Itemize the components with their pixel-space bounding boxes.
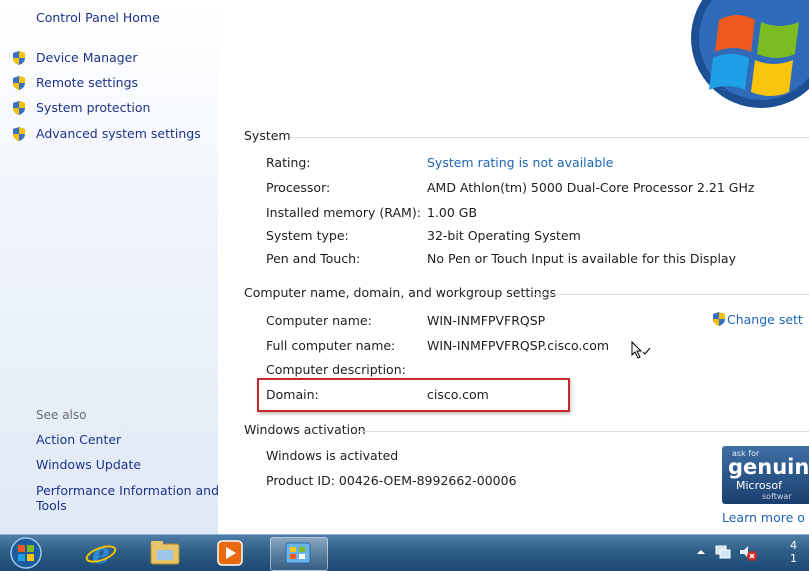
badge-microsoft-text: Microsof xyxy=(736,479,782,492)
clock-time: 4 xyxy=(790,539,797,552)
windows-explorer-folder-icon[interactable] xyxy=(148,538,182,568)
domain-highlight-box xyxy=(257,378,570,412)
uac-shield-icon xyxy=(13,101,25,115)
section-divider xyxy=(534,294,809,295)
start-button-icon[interactable] xyxy=(8,536,44,570)
computer-description-label: Computer description: xyxy=(266,362,406,377)
badge-genuine-text: genuin xyxy=(728,455,809,479)
computer-name-value: WIN-INMFPVFRQSP xyxy=(427,313,546,328)
system-protection-link[interactable]: System protection xyxy=(36,100,150,115)
computer-name-label: Computer name: xyxy=(266,313,372,328)
clock-date: 1 xyxy=(790,552,797,565)
action-center-link[interactable]: Action Center xyxy=(36,432,121,447)
uac-shield-icon xyxy=(13,76,25,90)
windows-logo-icon xyxy=(691,0,809,108)
advanced-system-settings-link[interactable]: Advanced system settings xyxy=(36,126,201,141)
network-icon[interactable] xyxy=(714,544,732,560)
uac-shield-icon xyxy=(713,312,725,326)
windows-update-link[interactable]: Windows Update xyxy=(36,457,141,472)
badge-software-text: softwar xyxy=(762,492,792,501)
system-rating-link[interactable]: System rating is not available xyxy=(427,155,613,170)
processor-value: AMD Athlon(tm) 5000 Dual-Core Processor … xyxy=(427,180,755,195)
performance-information-link-line2[interactable]: Tools xyxy=(36,498,67,513)
section-divider xyxy=(290,137,809,138)
control-panel-taskbar-button[interactable] xyxy=(270,537,328,571)
memory-label: Installed memory (RAM): xyxy=(266,205,421,220)
show-hidden-icons-chevron-icon[interactable] xyxy=(696,547,706,557)
system-section-heading: System xyxy=(244,128,291,143)
system-clock[interactable]: 4 1 xyxy=(790,539,797,565)
taskbar: e 4 1 xyxy=(0,534,809,571)
volume-muted-icon[interactable] xyxy=(738,544,758,562)
processor-label: Processor: xyxy=(266,180,331,195)
control-panel-home-link[interactable]: Control Panel Home xyxy=(36,10,160,25)
device-manager-link[interactable]: Device Manager xyxy=(36,50,138,65)
memory-value: 1.00 GB xyxy=(427,205,478,220)
full-computer-name-label: Full computer name: xyxy=(266,338,396,353)
system-type-label: System type: xyxy=(266,228,349,243)
uac-shield-icon xyxy=(13,127,25,141)
uac-shield-icon xyxy=(13,51,25,65)
windows-activation-section-heading: Windows activation xyxy=(244,422,366,437)
svg-text:e: e xyxy=(92,537,110,569)
product-id: Product ID: 00426-OEM-8992662-00006 xyxy=(266,473,517,488)
learn-more-link[interactable]: Learn more o xyxy=(722,510,805,525)
control-panel-icon xyxy=(285,542,311,564)
change-settings-link[interactable]: Change sett xyxy=(711,311,803,327)
system-properties-pane: System Rating: System rating is not avai… xyxy=(218,0,809,534)
genuine-microsoft-software-badge[interactable]: ask for genuin Microsof softwar xyxy=(722,446,809,504)
change-settings-label: Change sett xyxy=(727,312,803,327)
rating-label: Rating: xyxy=(266,155,311,170)
performance-information-link[interactable]: Performance Information and xyxy=(36,483,219,498)
system-type-value: 32-bit Operating System xyxy=(427,228,581,243)
pen-touch-label: Pen and Touch: xyxy=(266,251,361,266)
left-navigation-pane: Control Panel Home Device Manager Remote… xyxy=(0,0,219,534)
internet-explorer-icon[interactable]: e xyxy=(84,537,118,569)
computer-name-section-heading: Computer name, domain, and workgroup set… xyxy=(244,285,557,300)
media-player-icon[interactable] xyxy=(216,539,244,567)
see-also-heading: See also xyxy=(36,408,87,422)
section-divider xyxy=(358,431,809,432)
activation-status: Windows is activated xyxy=(266,448,399,463)
pen-touch-value: No Pen or Touch Input is available for t… xyxy=(427,251,736,266)
remote-settings-link[interactable]: Remote settings xyxy=(36,75,138,90)
full-computer-name-value: WIN-INMFPVFRQSP.cisco.com xyxy=(427,338,610,353)
mouse-pointer-icon xyxy=(631,340,651,359)
